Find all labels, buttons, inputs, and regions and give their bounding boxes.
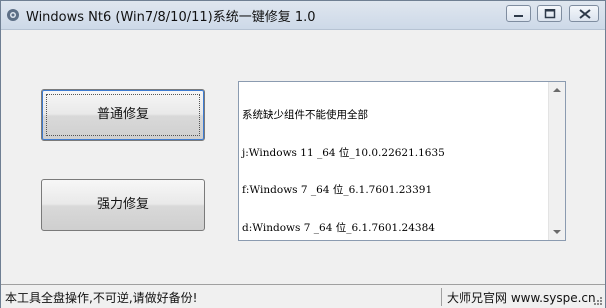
- resize-grip-icon[interactable]: [593, 296, 603, 306]
- log-textbox[interactable]: 系统缺少组件不能使用全部 j:Windows 11 _64 位_10.0.226…: [238, 81, 566, 241]
- close-button[interactable]: [569, 5, 599, 22]
- scroll-down-arrow-icon[interactable]: [550, 225, 564, 239]
- force-repair-label: 强力修复: [96, 197, 149, 212]
- status-warning: 本工具全盘操作,不可逆,请做好备份!: [5, 291, 198, 305]
- title-bar[interactable]: Windows Nt6 (Win7/8/10/11)系统一键修复 1.0: [1, 1, 605, 30]
- maximize-button[interactable]: [537, 5, 562, 22]
- vertical-scrollbar[interactable]: [548, 82, 565, 240]
- normal-repair-button[interactable]: 普通修复: [41, 89, 205, 141]
- force-repair-button[interactable]: 强力修复: [41, 179, 205, 231]
- status-separator: [441, 288, 442, 306]
- log-lines: 系统缺少组件不能使用全部 j:Windows 11 _64 位_10.0.226…: [242, 84, 445, 259]
- status-bar: 本工具全盘操作,不可逆,请做好备份! 大师兄官网 www.syspe.cn: [1, 284, 605, 308]
- log-line: j:Windows 11 _64 位_10.0.22621.1635: [242, 146, 445, 159]
- window-title: Windows Nt6 (Win7/8/10/11)系统一键修复 1.0: [26, 10, 316, 25]
- close-icon: [579, 9, 591, 19]
- status-credit: 大师兄官网 www.syspe.cn: [447, 291, 596, 305]
- log-line: f:Windows 7 _64 位_6.1.7601.23391: [242, 184, 433, 196]
- scroll-up-arrow-icon[interactable]: [550, 83, 564, 97]
- app-window: Windows Nt6 (Win7/8/10/11)系统一键修复 1.0 普通修…: [0, 0, 606, 308]
- focus-indicator: [46, 94, 200, 136]
- log-line: d:Windows 7 _64 位_6.1.7601.24384: [242, 221, 435, 234]
- log-line: 系统缺少组件不能使用全部: [242, 109, 368, 121]
- minimize-button[interactable]: [506, 5, 531, 22]
- gear-app-icon: [6, 7, 20, 21]
- minimize-icon: [514, 15, 523, 17]
- maximize-icon: [544, 9, 556, 19]
